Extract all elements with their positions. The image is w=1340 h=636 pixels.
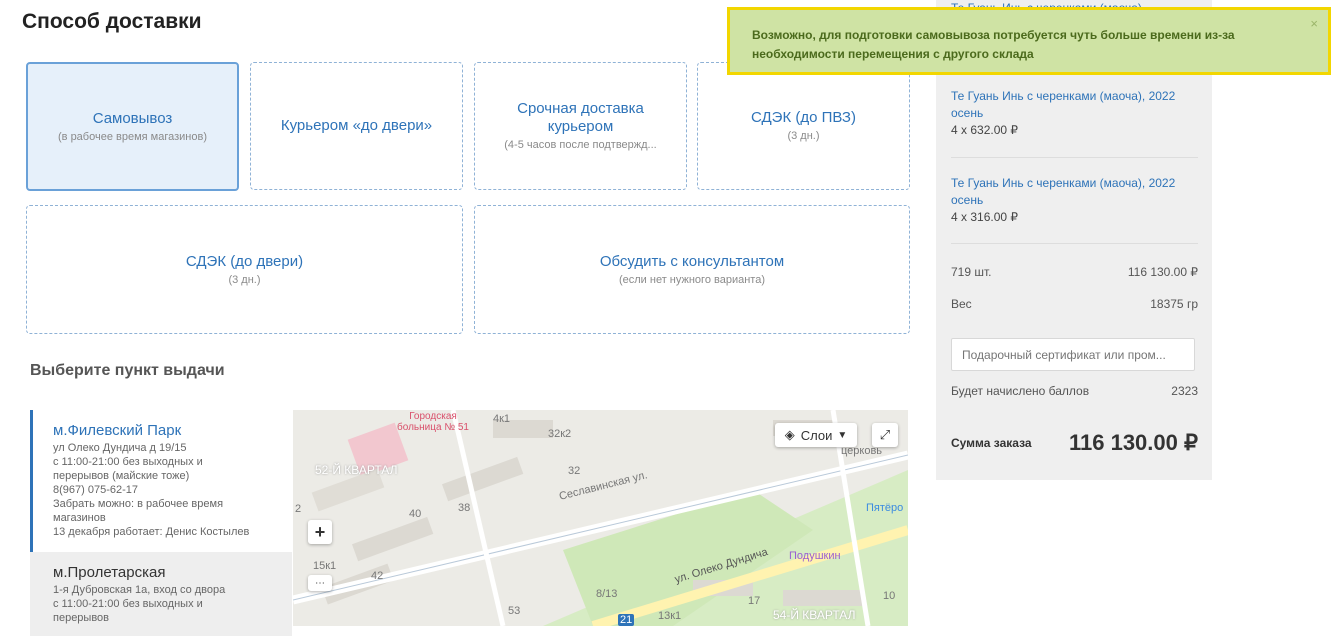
map-label-building: 13к1: [658, 610, 682, 622]
map-layers-button[interactable]: ◈ Слои ▼: [775, 423, 857, 447]
pickup-line: ул Олеко Дундича д 19/15: [53, 442, 187, 454]
map-label-quarter-52: 52-Й КВАРТАЛ: [315, 463, 398, 477]
map-label-building: 8/13: [596, 588, 618, 600]
delivery-option-consultant[interactable]: Обсудить с консультантом (если нет нужно…: [474, 205, 910, 334]
map-label-hospital: Городская больница № 51: [397, 411, 469, 433]
map-label-building: 32: [568, 465, 581, 477]
weight-label: Вес: [951, 297, 972, 311]
map-label-building: 53: [508, 605, 521, 617]
map-label-building: 40: [409, 508, 422, 520]
points-value: 2323: [1171, 384, 1198, 398]
count-label: 719 шт.: [951, 265, 992, 279]
option-subtitle: (3 дн.): [228, 273, 261, 286]
pickup-line: 1-я Дубровская 1а, вход со двора: [53, 584, 226, 596]
cart-weight-row: Вес 18375 гр: [951, 297, 1198, 311]
layers-label: Слои: [800, 427, 833, 443]
notification-toast: Возможно, для подготовки самовывоза потр…: [727, 7, 1331, 75]
divider: [951, 243, 1198, 244]
cart-item-qty: 4 x 316.00 ₽: [951, 210, 1019, 224]
option-title: Обсудить с консультантом: [599, 252, 785, 270]
pickup-point-filevsky[interactable]: м.Филевский Парк ул Олеко Дундича д 19/1…: [30, 410, 292, 552]
count-value: 116 130.00 ₽: [1127, 265, 1198, 279]
close-icon[interactable]: ×: [1310, 16, 1318, 31]
map-label-building: 15к1: [313, 560, 337, 572]
plus-icon: +: [314, 521, 326, 542]
map-label-building: 42: [371, 570, 384, 582]
pickup-line: перерывов: [53, 612, 110, 624]
option-subtitle: (если нет нужного варианта): [618, 273, 765, 286]
cart-count-row: 719 шт. 116 130.00 ₽: [951, 265, 1198, 279]
delivery-option-courier[interactable]: Курьером «до двери»: [250, 62, 463, 190]
map-label-building: 38: [458, 502, 471, 514]
option-subtitle: (в рабочее время магазинов): [58, 130, 207, 143]
fullscreen-button[interactable]: ⤢: [872, 423, 898, 447]
delivery-option-cdek-pvz[interactable]: СДЭК (до ПВЗ) (3 дн.): [697, 62, 910, 190]
promo-code-input[interactable]: [951, 338, 1195, 371]
map-label-building: 17: [748, 595, 761, 607]
pickup-heading: Выберите пункт выдачи: [30, 362, 225, 379]
cart-item-link[interactable]: Те Гуань Инь с черенками (маоча), 2022 о…: [951, 88, 1191, 122]
delivery-option-express[interactable]: Срочная доставка курьером (4-5 часов пос…: [474, 62, 687, 190]
map-label-building: 2: [295, 503, 302, 515]
map-label-building: 4к1: [493, 413, 511, 425]
layers-icon: ◈: [784, 427, 795, 442]
map-label-poi-podushkin: Подушкин: [789, 550, 841, 562]
points-label: Будет начислено баллов: [951, 384, 1090, 398]
option-subtitle: (3 дн.): [787, 130, 820, 142]
pickup-title: м.Филевский Парк: [53, 422, 182, 439]
total-label: Сумма заказа: [951, 436, 1032, 450]
map-label-quarter-54: 54-Й КВАРТАЛ: [773, 608, 856, 622]
pickup-line: Забрать можно: в рабочее время: [53, 498, 224, 510]
pickup-line: с 11:00-21:00 без выходных и: [53, 598, 203, 610]
cart-item: Те Гуань Инь с черенками (маоча), 2022 о…: [951, 88, 1191, 138]
pickup-line: 13 декабря работает: Денис Костылев: [53, 526, 250, 538]
grip-icon: ⋯: [315, 577, 325, 589]
divider: [951, 157, 1198, 158]
map-label-building: 21: [618, 614, 635, 626]
cart-total-row: Сумма заказа 116 130.00 ₽: [951, 430, 1198, 456]
option-subtitle: (4-5 часов после подтвержд...: [504, 139, 657, 151]
delivery-option-cdek-door[interactable]: СДЭК (до двери) (3 дн.): [26, 205, 463, 334]
map-label-poi-pyaterochka: Пятёро: [866, 502, 904, 514]
page-title: Способ доставки: [22, 10, 202, 33]
pickup-line: с 11:00-21:00 без выходных и: [53, 456, 203, 468]
map-label-building: 10: [883, 590, 896, 602]
weight-value: 18375 гр: [1150, 297, 1198, 311]
option-title: Самовывоз: [92, 109, 173, 127]
option-title: СДЭК (до ПВЗ): [751, 109, 856, 126]
option-title: Курьером «до двери»: [280, 117, 433, 134]
option-title: Срочная доставка курьером: [517, 100, 644, 135]
pickup-line: перерывов (майские тоже): [53, 470, 190, 482]
pickup-line: 8(967) 075-62-17: [53, 484, 139, 496]
chevron-down-icon: ▼: [837, 429, 848, 441]
option-title: СДЭК (до двери): [185, 252, 304, 270]
pickup-map[interactable]: Городская больница № 51 52-Й КВАРТАЛ 54-…: [293, 410, 908, 626]
delivery-option-pickup[interactable]: Самовывоз (в рабочее время магазинов): [26, 62, 239, 191]
cart-item-qty: 4 x 632.00 ₽: [951, 123, 1019, 137]
expand-icon: ⤢: [879, 427, 891, 442]
pickup-line: магазинов: [53, 512, 106, 524]
map-label-building: 32к2: [548, 428, 572, 440]
pickup-point-proletarskaya[interactable]: м.Пролетарская 1-я Дубровская 1а, вход с…: [30, 552, 292, 636]
total-value: 116 130.00 ₽: [1068, 430, 1198, 455]
cart-item: Те Гуань Инь с черенками (маоча), 2022 о…: [951, 175, 1191, 225]
zoom-slider-handle[interactable]: ⋯: [308, 575, 332, 591]
cart-item-link[interactable]: Те Гуань Инь с черенками (маоча), 2022 о…: [951, 175, 1191, 209]
zoom-in-button[interactable]: +: [308, 520, 332, 544]
toast-message: Возможно, для подготовки самовывоза потр…: [752, 28, 1235, 61]
cart-points-row: Будет начислено баллов 2323: [951, 384, 1198, 398]
pickup-title: м.Пролетарская: [53, 564, 166, 581]
